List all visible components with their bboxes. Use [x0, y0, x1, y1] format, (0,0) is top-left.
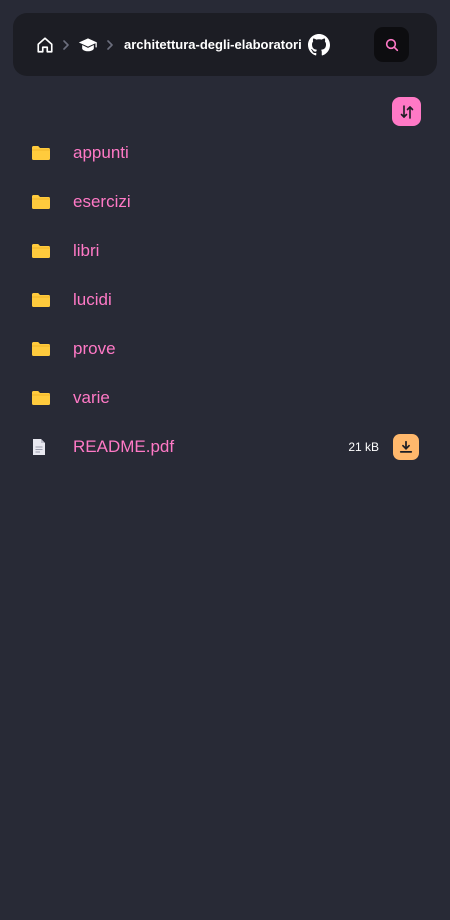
entry-name[interactable]: varie	[73, 388, 110, 408]
sort-button[interactable]	[392, 97, 421, 126]
entry-name[interactable]: README.pdf	[73, 437, 174, 457]
file-icon	[31, 438, 47, 456]
chevron-right-icon	[62, 39, 70, 50]
folder-icon	[31, 292, 51, 308]
entry-name[interactable]: appunti	[73, 143, 129, 163]
chevron-right-icon	[106, 39, 114, 50]
download-icon	[399, 440, 413, 454]
sort-icon	[399, 104, 415, 120]
breadcrumb: architettura-degli-elaboratori	[36, 13, 330, 76]
list-item[interactable]: prove	[0, 324, 450, 373]
list-item[interactable]: README.pdf 21 kB	[0, 422, 450, 471]
folder-icon	[31, 390, 51, 406]
github-icon[interactable]	[307, 33, 330, 56]
list-item[interactable]: appunti	[0, 128, 450, 177]
download-button[interactable]	[393, 433, 419, 460]
entry-name[interactable]: esercizi	[73, 192, 131, 212]
entry-name[interactable]: prove	[73, 339, 116, 359]
navbar: architettura-degli-elaboratori	[13, 13, 437, 76]
list-item[interactable]: libri	[0, 226, 450, 275]
list-item[interactable]: lucidi	[0, 275, 450, 324]
folder-icon	[31, 243, 51, 259]
list-item[interactable]: varie	[0, 373, 450, 422]
search-icon	[384, 37, 400, 53]
file-list: appunti esercizi libri lucidi prove vari…	[0, 128, 450, 471]
breadcrumb-current[interactable]: architettura-degli-elaboratori	[124, 37, 302, 52]
entry-name[interactable]: lucidi	[73, 290, 112, 310]
page: architettura-degli-elaboratori appunti e…	[0, 0, 450, 920]
search-button[interactable]	[374, 27, 409, 62]
folder-icon	[31, 194, 51, 210]
list-item[interactable]: esercizi	[0, 177, 450, 226]
folder-icon	[31, 145, 51, 161]
entry-name[interactable]: libri	[73, 241, 99, 261]
file-size: 21 kB	[348, 439, 379, 454]
graduation-cap-icon[interactable]	[78, 37, 98, 53]
folder-icon	[31, 341, 51, 357]
home-icon[interactable]	[36, 36, 54, 54]
